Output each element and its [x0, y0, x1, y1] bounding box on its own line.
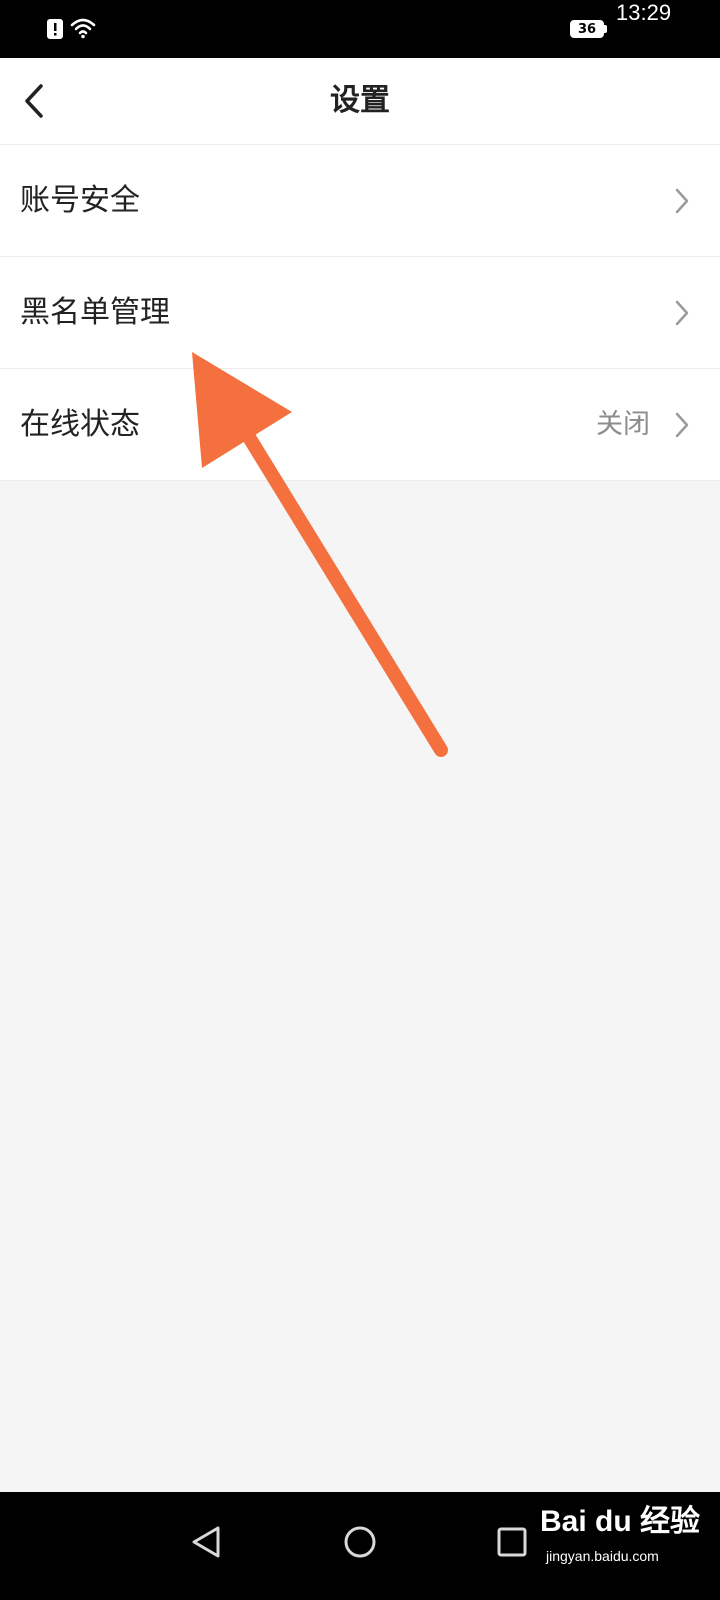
wifi-icon: [70, 18, 96, 39]
settings-item-account-security[interactable]: 账号安全: [0, 145, 720, 257]
page-title: 设置: [330, 83, 390, 118]
chevron-right-icon: [675, 412, 689, 438]
status-time: 13:29: [616, 0, 672, 25]
alert-icon: [47, 19, 63, 39]
settings-item-label: 在线状态: [20, 407, 140, 442]
chevron-right-icon: [675, 188, 689, 214]
battery-tip: [604, 25, 607, 33]
back-button[interactable]: [12, 76, 62, 126]
status-bar: 36 13:29: [0, 0, 720, 58]
baidu-jingyan-watermark: Bai du 经验 jingyan.baidu.com: [540, 1488, 715, 1600]
watermark-site: jingyan.baidu.com: [546, 1548, 659, 1564]
chevron-right-icon: [675, 300, 689, 326]
recents-square-icon[interactable]: [482, 1512, 542, 1572]
settings-list: 账号安全 黑名单管理 在线状态 关闭: [0, 145, 720, 481]
home-circle-icon[interactable]: [330, 1512, 390, 1572]
watermark-brand: Bai du 经验: [540, 1505, 701, 1538]
online-status-value: 关闭: [596, 409, 650, 440]
battery-icon: 36: [570, 20, 604, 38]
back-chevron-icon: [25, 84, 43, 118]
battery-level: 36: [577, 21, 597, 37]
settings-item-label: 黑名单管理: [20, 295, 170, 330]
settings-item-online-status[interactable]: 在线状态 关闭: [0, 369, 720, 481]
settings-item-label: 账号安全: [20, 183, 140, 218]
back-triangle-icon[interactable]: [176, 1512, 236, 1572]
settings-item-blacklist[interactable]: 黑名单管理: [0, 257, 720, 369]
header-bar: 设置: [0, 58, 720, 145]
